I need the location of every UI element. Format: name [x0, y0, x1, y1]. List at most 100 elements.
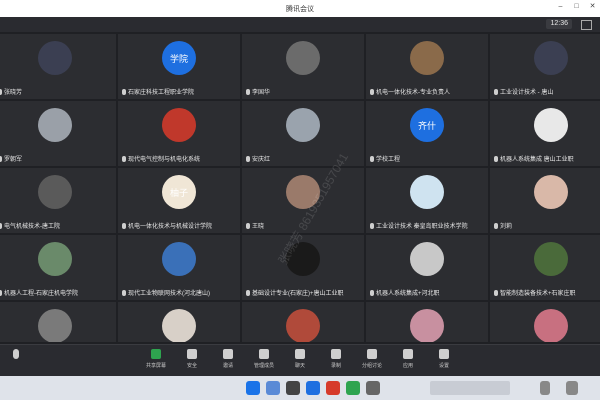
- tencent-meeting-icon[interactable]: [306, 381, 320, 395]
- participant-name: 罗朝军: [0, 154, 22, 163]
- maximize-icon[interactable]: □: [573, 3, 580, 10]
- participant-name-label: 现代电气控制与机电化系统: [128, 157, 201, 163]
- participant-tile[interactable]: 机器人系统集成+河北职: [366, 235, 488, 300]
- avatar: [286, 309, 320, 342]
- toolbar-label: 录制: [330, 363, 341, 369]
- participant-tile[interactable]: 电气机械技术-唐工院: [0, 168, 116, 233]
- avatar: 齐什: [410, 108, 444, 142]
- b2-button[interactable]: 安全: [178, 349, 206, 373]
- mic-icon: [0, 88, 2, 95]
- avatar-text: 齐什: [417, 120, 436, 131]
- participant-tile[interactable]: 张晓芳: [0, 34, 116, 99]
- avatar: [286, 41, 320, 75]
- toolbar-label: 设置: [438, 363, 449, 369]
- avatar: [162, 242, 196, 276]
- mic-icon: [246, 88, 250, 95]
- b6-button[interactable]: 录制: [322, 349, 350, 373]
- wps-icon[interactable]: [326, 381, 340, 395]
- participant-name: 石家庄科技工程职业学院: [122, 87, 194, 96]
- layout-grid-icon[interactable]: [581, 20, 592, 30]
- participant-name-label: 工业设计技术 - 唐山: [500, 90, 554, 96]
- avatar: [534, 309, 568, 342]
- participant-tile[interactable]: 智能制造装备技术+石家庄职: [490, 235, 600, 300]
- participant-tile[interactable]: 工业设计技术 - 唐山: [490, 34, 600, 99]
- avatar-text: 柚子: [169, 187, 188, 198]
- mic-icon: [494, 155, 498, 162]
- meeting-topbar: 12:36: [0, 17, 600, 32]
- participant-tile[interactable]: 罗朝军: [0, 101, 116, 166]
- participant-tile[interactable]: [366, 302, 488, 342]
- browser-icon[interactable]: [346, 381, 360, 395]
- participant-name: 机电一体化技术-专业负责人: [370, 87, 450, 96]
- minimize-icon[interactable]: –: [557, 3, 564, 10]
- participant-tile[interactable]: 基础设计专业(石家庄)+唐山工业职: [242, 235, 364, 300]
- mic-toggle-button[interactable]: [6, 349, 26, 373]
- avatar: 学院: [162, 41, 196, 75]
- record-icon: [331, 349, 341, 359]
- b7-button[interactable]: 分组讨论: [358, 349, 386, 373]
- chat-icon: [295, 349, 305, 359]
- participant-tile[interactable]: 柚子 机电一体化技术与机械设计学院: [118, 168, 240, 233]
- screen-icon[interactable]: [566, 381, 578, 395]
- mic-icon: [370, 88, 374, 95]
- participant-tile[interactable]: 学院石家庄科技工程职业学院: [118, 34, 240, 99]
- participant-name-label: 刘莉: [500, 224, 513, 230]
- window-titlebar: 腾讯会议 – □ ✕: [0, 0, 600, 17]
- avatar: [38, 242, 72, 276]
- b1-button[interactable]: 共享屏幕: [142, 349, 170, 373]
- close-icon[interactable]: ✕: [589, 3, 596, 10]
- participant-tile[interactable]: 齐什 学校工程: [366, 101, 488, 166]
- participant-tile[interactable]: 现代工业物联网技术(河北唐山): [118, 235, 240, 300]
- mic-icon: [494, 289, 498, 296]
- participant-name: 基础设计专业(石家庄)+唐山工业职: [246, 288, 344, 297]
- windows-taskbar: [0, 376, 600, 400]
- participant-name: 机器人工程-石家庄机电学院: [0, 288, 78, 297]
- participant-name: 安庆红: [246, 154, 270, 163]
- task-view-icon[interactable]: [286, 381, 300, 395]
- toolbar-label: 邀请: [222, 363, 233, 369]
- apps-icon: [403, 349, 413, 359]
- avatar: [534, 242, 568, 276]
- avatar: 柚子: [162, 175, 196, 209]
- shield-icon: [187, 349, 197, 359]
- participant-tile[interactable]: 李国华: [242, 34, 364, 99]
- search-icon[interactable]: [266, 381, 280, 395]
- windows-start-icon[interactable]: [246, 381, 260, 395]
- b9-button[interactable]: 设置: [430, 349, 458, 373]
- mic-icon: [122, 155, 126, 162]
- window-controls: – □ ✕: [557, 3, 596, 10]
- participant-tile[interactable]: [490, 302, 600, 342]
- tray-icons[interactable]: [430, 381, 510, 395]
- avatar: [410, 242, 444, 276]
- participant-name-label: 安庆红: [252, 157, 271, 163]
- b4-button[interactable]: 管理成员: [250, 349, 278, 373]
- participant-name: 机器人系统集成+河北职: [370, 288, 440, 297]
- app-icon[interactable]: [366, 381, 380, 395]
- mic-icon: [0, 222, 2, 229]
- mic-icon: [122, 289, 126, 296]
- participant-tile[interactable]: 现代电气控制与机电化系统: [118, 101, 240, 166]
- window-title: 腾讯会议: [286, 5, 314, 13]
- participant-tile[interactable]: 机器人工程-石家庄机电学院: [0, 235, 116, 300]
- participant-name-label: 李国华: [252, 90, 271, 96]
- avatar: [162, 108, 196, 142]
- gear-icon: [439, 349, 449, 359]
- participant-name: 机器人系统集成 唐山工业职: [494, 154, 574, 163]
- pen-icon[interactable]: [540, 381, 550, 395]
- participant-tile[interactable]: [0, 302, 116, 342]
- participant-name: 工业设计技术 秦皇岛职业技术学院: [370, 221, 468, 230]
- participant-name: 王晓: [246, 221, 264, 230]
- avatar: [162, 309, 196, 342]
- video-grid: 张晓芳 学院 石家庄科技工程职业学院 李国华 机电一体化技术-专业负责人 工业设计技术 -…: [0, 32, 600, 352]
- b8-button[interactable]: 应用: [394, 349, 422, 373]
- participant-tile[interactable]: 机器人系统集成 唐山工业职: [490, 101, 600, 166]
- mic-icon: [246, 289, 250, 296]
- participant-tile[interactable]: [242, 302, 364, 342]
- b5-button[interactable]: 聊天: [286, 349, 314, 373]
- participant-tile[interactable]: 工业设计技术 秦皇岛职业技术学院: [366, 168, 488, 233]
- participant-tile[interactable]: [118, 302, 240, 342]
- participant-tile[interactable]: 刘莉: [490, 168, 600, 233]
- participant-tile[interactable]: 机电一体化技术-专业负责人: [366, 34, 488, 99]
- b3-button[interactable]: 邀请: [214, 349, 242, 373]
- participant-name-label: 现代工业物联网技术(河北唐山): [128, 291, 210, 297]
